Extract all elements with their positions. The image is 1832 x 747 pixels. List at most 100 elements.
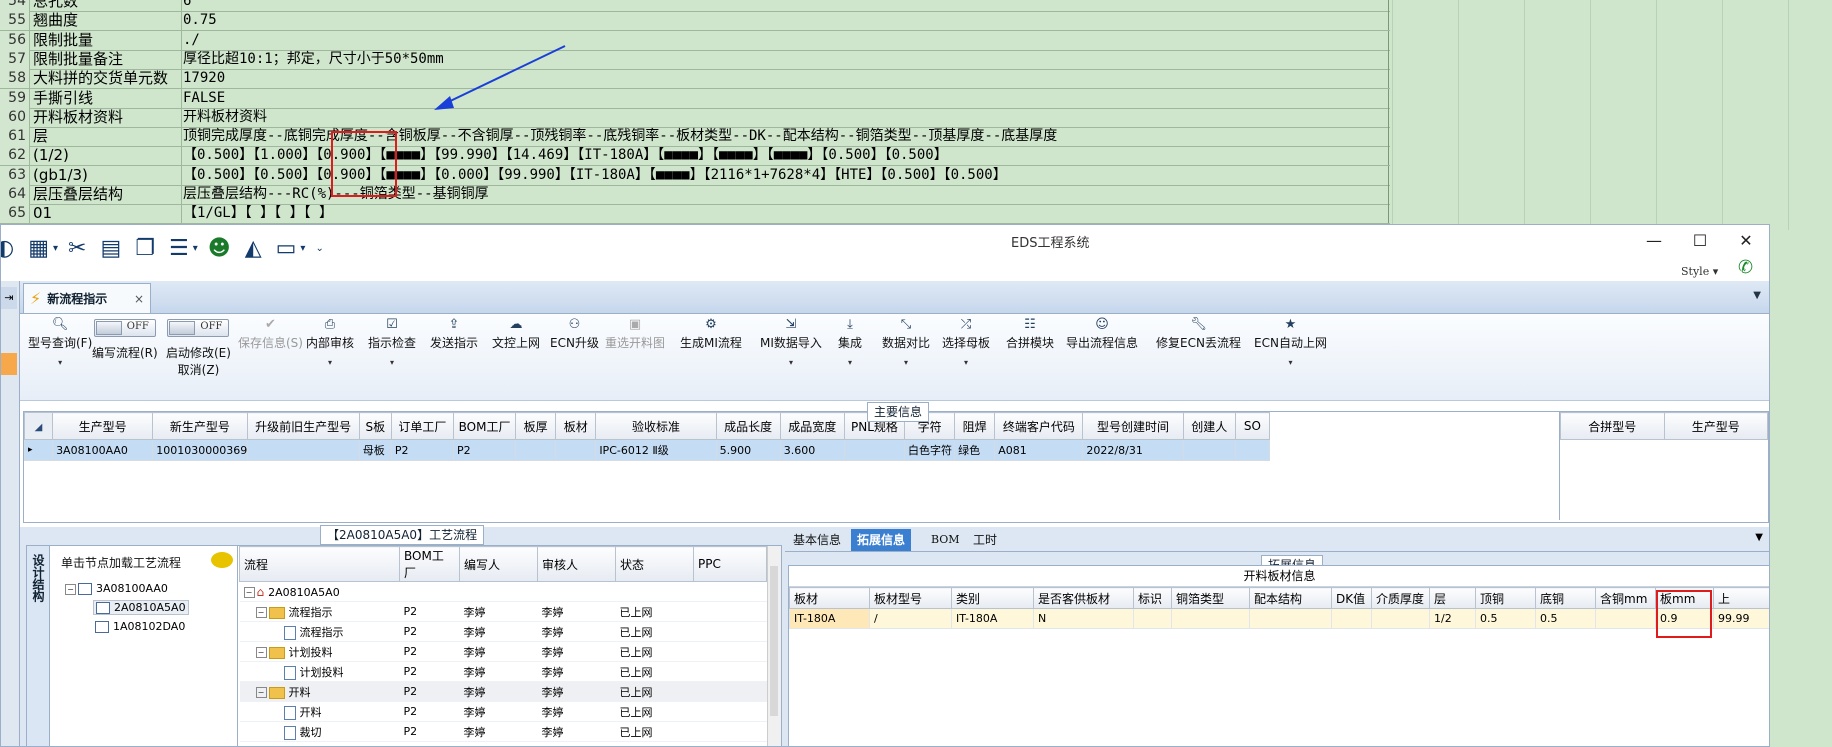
tabs-dropdown-icon[interactable]: ▼: [1755, 532, 1763, 543]
tree-node[interactable]: −3A08100AA0: [65, 582, 168, 595]
column-header[interactable]: 终端客户代码: [994, 412, 1084, 440]
ext-cell[interactable]: 99.99: [1713, 608, 1769, 629]
ext-column-header[interactable]: 上: [1713, 587, 1769, 609]
flow-column-header[interactable]: PPC: [693, 546, 767, 582]
ext-column-header[interactable]: 板材型号: [869, 587, 952, 609]
flow-name-cell[interactable]: 计划投料: [239, 661, 400, 682]
tab-new-flow-instruction[interactable]: ⚡ 新流程指示 ×: [23, 283, 151, 313]
user-icon[interactable]: ☻: [208, 236, 231, 261]
cell[interactable]: 母板: [358, 439, 392, 461]
cell[interactable]: [843, 439, 906, 461]
select-master-button[interactable]: ⤮ 选择母板 ▾: [942, 316, 990, 367]
column-header[interactable]: S板: [358, 412, 392, 440]
ext-column-header[interactable]: 类别: [951, 587, 1034, 609]
tab-basic-info[interactable]: 基本信息: [787, 529, 847, 551]
ext-column-header[interactable]: 含铜mm: [1595, 587, 1656, 609]
flow-name-cell[interactable]: − 计划投料: [239, 641, 400, 662]
ext-column-header[interactable]: 层: [1429, 587, 1476, 609]
ext-cell[interactable]: [1171, 608, 1250, 629]
flow-column-header[interactable]: 审核人: [537, 546, 616, 582]
ext-column-header[interactable]: 顶铜: [1475, 587, 1536, 609]
cell[interactable]: P2: [452, 439, 517, 461]
column-header[interactable]: 型号创建时间: [1082, 412, 1184, 440]
monitor-icon[interactable]: ▭: [276, 236, 297, 261]
instruction-check-button[interactable]: ☑ 指示检查 ▾: [368, 316, 416, 367]
ext-column-header[interactable]: 介质厚度: [1371, 587, 1430, 609]
cell[interactable]: 5.900: [715, 439, 781, 461]
regen-cut-chart-button[interactable]: ▣ 重选开料图: [605, 316, 665, 351]
flow-row[interactable]: − 流程指示 P2 李婷 李婷 已上网: [239, 601, 767, 622]
phone-icon[interactable]: ✆: [1738, 257, 1753, 278]
flow-name-cell[interactable]: 磨边: [239, 741, 400, 746]
edit-flow-button[interactable]: OFF 编写流程(R): [92, 319, 158, 361]
design-structure-tab[interactable]: 设计结构: [27, 546, 50, 746]
send-instruction-button[interactable]: ⇪ 发送指示: [430, 316, 478, 351]
merge-module-button[interactable]: ☷ 合拼模块: [1006, 316, 1054, 351]
ext-cell[interactable]: [1331, 608, 1372, 629]
copy-icon[interactable]: ❐: [135, 236, 155, 261]
cell[interactable]: P2: [390, 439, 454, 461]
ext-column-header[interactable]: 配本结构: [1249, 587, 1332, 609]
ext-column-header[interactable]: 铜箔类型: [1171, 587, 1250, 609]
flow-name-cell[interactable]: − ⌂ 2A0810A5A0: [239, 581, 400, 602]
cell[interactable]: 10010300003694: [152, 439, 248, 461]
column-header[interactable]: 验收标准: [595, 412, 717, 440]
model-query-button[interactable]: 🔍︎ 型号查询(F) ▾: [28, 316, 92, 367]
flow-row[interactable]: 开料 P2 李婷 李婷 已上网: [239, 701, 767, 722]
ext-column-header[interactable]: 标识: [1133, 587, 1172, 609]
ext-cell[interactable]: 0.5: [1535, 608, 1596, 629]
flow-row[interactable]: 流程指示 P2 李婷 李婷 已上网: [239, 621, 767, 642]
flow-row[interactable]: − 开料 P2 李婷 李婷 已上网: [239, 681, 767, 702]
cell[interactable]: [555, 439, 597, 461]
flow-column-header[interactable]: 编写人: [459, 546, 538, 582]
film-icon[interactable]: ▤: [100, 236, 121, 261]
cell[interactable]: IPC-6012 Ⅱ级: [595, 439, 717, 461]
flow-row[interactable]: − 计划投料 P2 李婷 李婷 已上网: [239, 641, 767, 662]
ext-column-header[interactable]: 底铜: [1535, 587, 1596, 609]
tab-work-hours[interactable]: 工时: [967, 529, 1003, 551]
cell[interactable]: 白色字符: [904, 439, 956, 461]
flow-name-cell[interactable]: − 开料: [239, 681, 400, 702]
cell[interactable]: 3A08100AA0: [52, 439, 154, 461]
column-header[interactable]: 成品宽度: [779, 412, 845, 440]
customize-icon[interactable]: ⌄: [315, 243, 323, 254]
ext-cell[interactable]: IT-180A: [951, 608, 1034, 629]
flow-row[interactable]: 计划投料 P2 李婷 李婷 已上网: [239, 661, 767, 682]
cell[interactable]: [1234, 439, 1271, 461]
edit-flow-toggle[interactable]: OFF: [93, 319, 156, 337]
maximize-button[interactable]: ☐: [1685, 229, 1715, 253]
main-info-row[interactable]: ▸ 3A08100AA0 10010300003694 母板 P2 P2 IPC-6012 …: [23, 439, 1271, 461]
cell[interactable]: [246, 439, 360, 461]
tab-extended-info[interactable]: 拓展信息: [851, 529, 912, 551]
flow-name-cell[interactable]: 裁切: [239, 721, 400, 742]
column-header[interactable]: 创建人: [1182, 412, 1236, 440]
integrate-button[interactable]: ⤓ 集成 ▾: [838, 316, 862, 367]
export-flow-button[interactable]: ☺ 导出流程信息: [1066, 316, 1138, 351]
ext-cell[interactable]: 0.5: [1475, 608, 1536, 629]
ext-cell[interactable]: [1249, 608, 1332, 629]
start-modify-button[interactable]: OFF 启动修改(E) 取消(Z): [166, 319, 231, 378]
ext-cell[interactable]: [1595, 608, 1656, 629]
tree-node-selected[interactable]: 2A0810A5A0: [93, 600, 189, 615]
tab-close-icon[interactable]: ×: [134, 292, 144, 306]
flow-column-header[interactable]: 流程: [239, 546, 400, 582]
ext-cell[interactable]: [1371, 608, 1430, 629]
flow-column-header[interactable]: BOM工厂: [399, 546, 460, 582]
tab-list-dropdown-icon[interactable]: ▼: [1753, 290, 1761, 301]
flow-row[interactable]: 裁切 P2 李婷 李婷 已上网: [239, 721, 767, 742]
ext-column-header[interactable]: DK值: [1331, 587, 1372, 609]
ext-column-header[interactable]: 是否客供板材: [1033, 587, 1134, 609]
column-header[interactable]: SO: [1234, 412, 1271, 440]
ecn-upgrade-button[interactable]: ⚇ ECN升级: [550, 316, 599, 351]
column-header[interactable]: 生产型号: [52, 412, 154, 440]
flow-row[interactable]: 磨边P2李婷李婷已上网: [239, 741, 767, 746]
grid-icon[interactable]: ▦: [28, 236, 49, 261]
grid-corner[interactable]: ◢: [23, 412, 54, 440]
cancel-button[interactable]: 取消(Z): [178, 363, 220, 377]
column-header[interactable]: 板厚: [515, 412, 557, 440]
ext-cell[interactable]: IT-180A: [789, 608, 870, 629]
chat-bubble-icon[interactable]: [211, 552, 233, 568]
ext-cell[interactable]: [1133, 608, 1172, 629]
ext-column-header[interactable]: 板材: [789, 587, 870, 609]
flow-row[interactable]: − ⌂ 2A0810A5A0: [239, 581, 767, 602]
